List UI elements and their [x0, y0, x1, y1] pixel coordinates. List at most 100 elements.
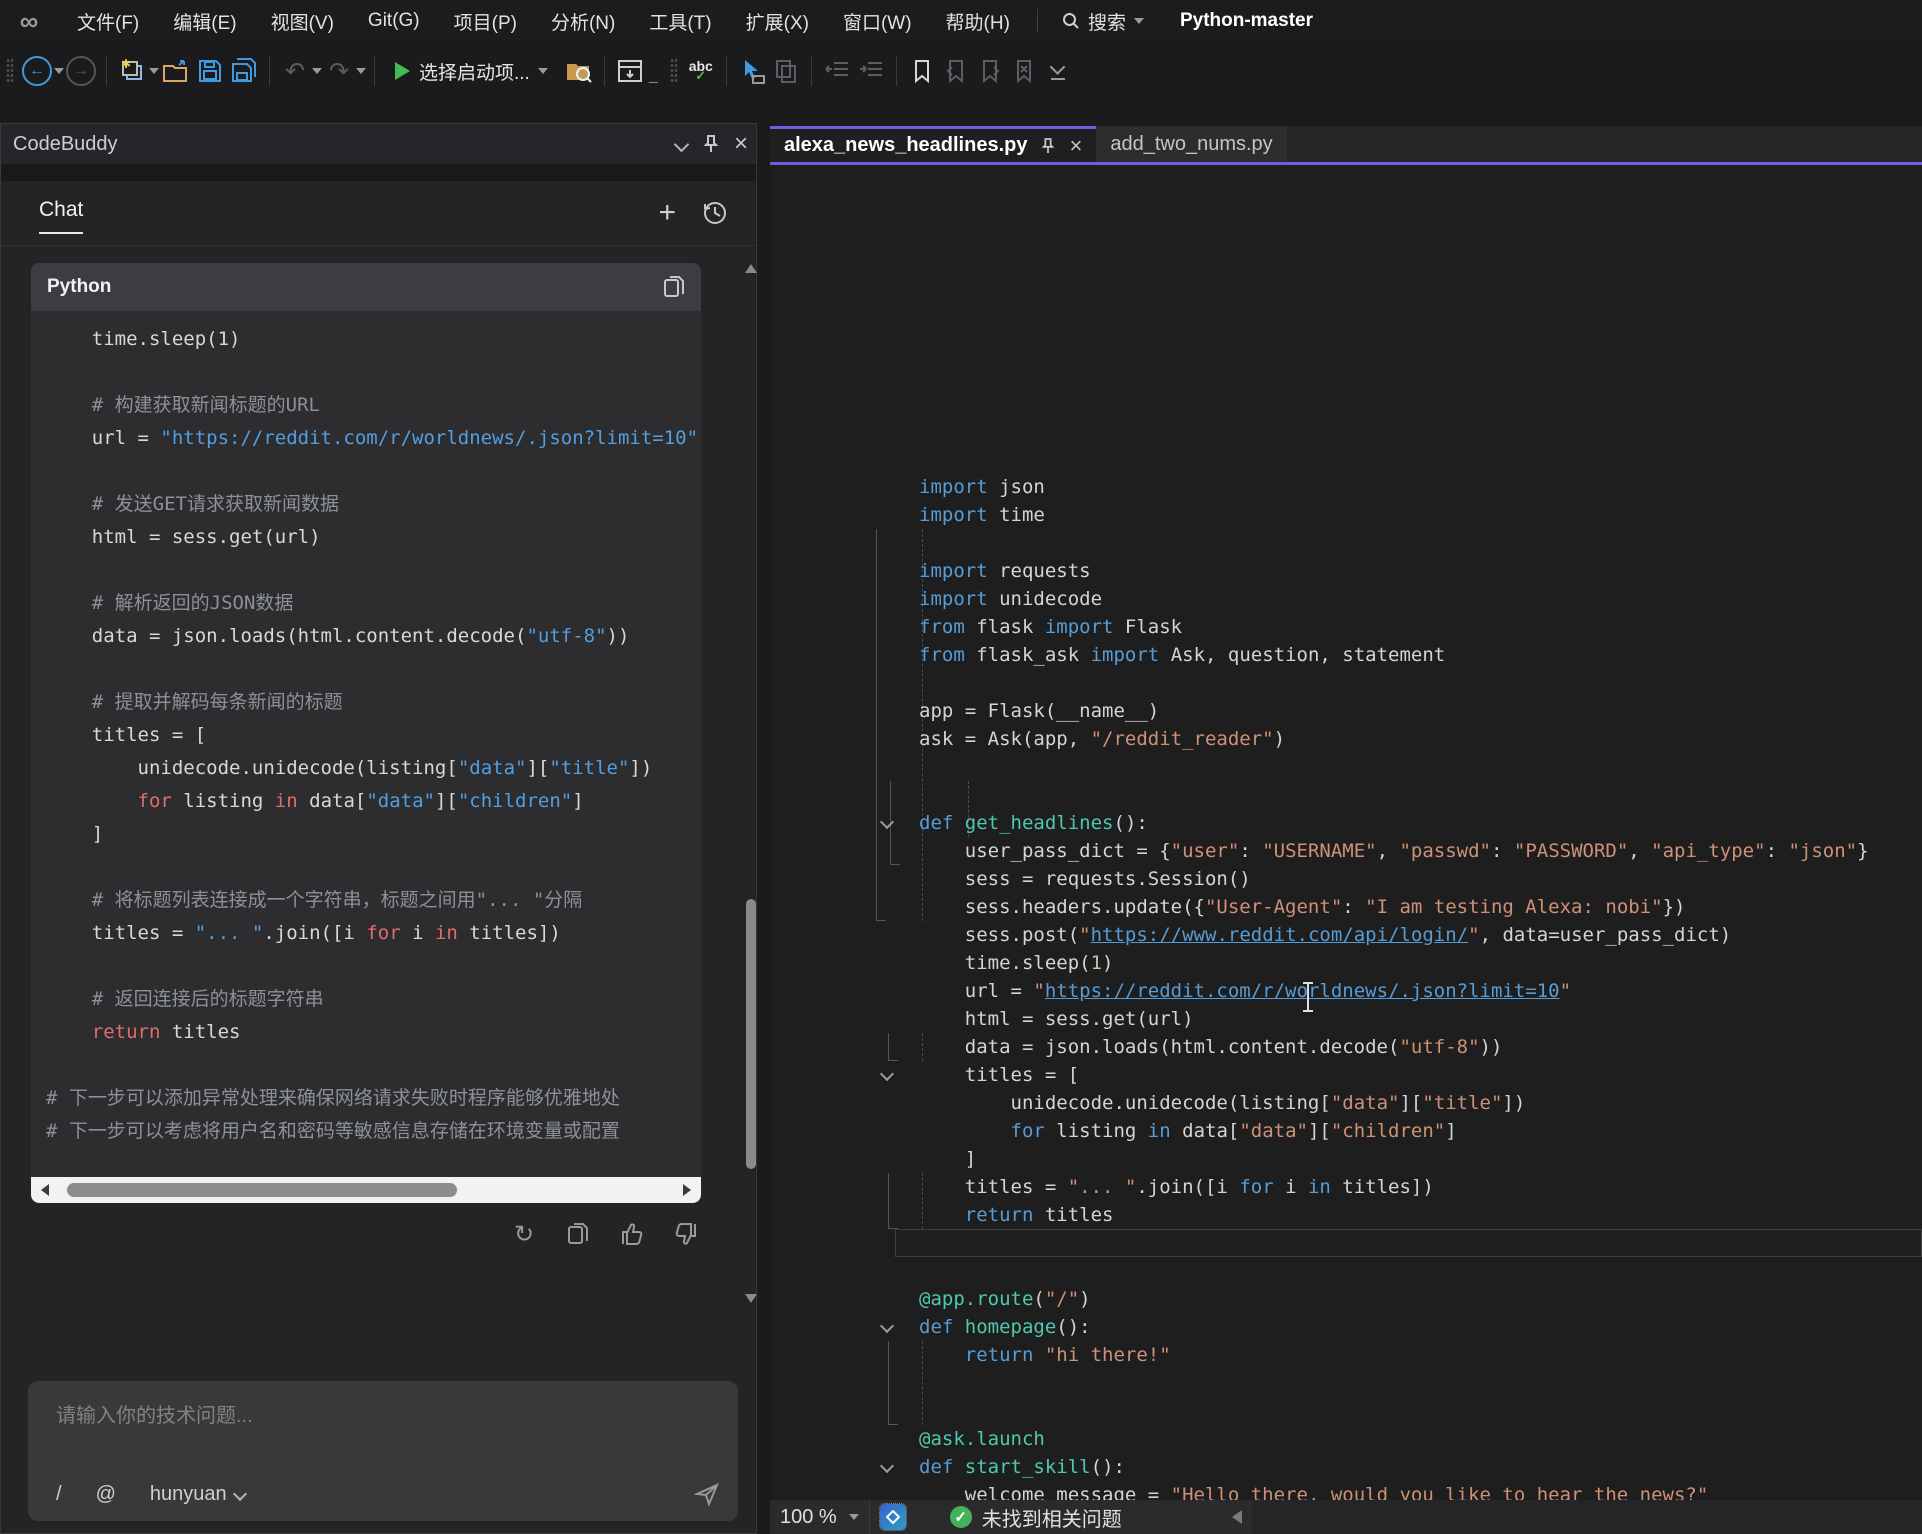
code-line[interactable]: titles = "... ".join([i for i in titles]…	[770, 1173, 1922, 1201]
navigate-back-button[interactable]: ←	[22, 53, 52, 89]
chat-scroll-up-icon[interactable]	[745, 264, 757, 273]
code-line[interactable]: return titles	[46, 1016, 701, 1049]
code-line[interactable]: # 下一步可以添加异常处理来确保网络请求失败时程序能够优雅地处	[46, 1082, 701, 1115]
prev-bookmark-button[interactable]	[941, 53, 971, 89]
problems-status-text[interactable]: 未找到相关问题	[982, 1503, 1122, 1532]
history-icon[interactable]	[702, 200, 728, 226]
code-line[interactable]: sess.headers.update({"User-Agent": "I am…	[770, 893, 1922, 921]
chat-vscrollbar-thumb[interactable]	[746, 899, 756, 1169]
toolbar-grip-handle[interactable]	[6, 58, 14, 84]
code-line[interactable]: for listing in data["data"]["children"]	[46, 785, 701, 818]
tab-alexa-news-headlines[interactable]: alexa_news_headlines.py ×	[770, 126, 1096, 162]
code-line[interactable]	[770, 781, 1922, 809]
code-line[interactable]	[770, 529, 1922, 557]
zoom-caret-icon[interactable]	[849, 1514, 859, 1520]
chat-scroll-down-icon[interactable]	[745, 1294, 757, 1303]
codebuddy-status-icon[interactable]	[880, 1504, 906, 1530]
spell-check-button[interactable]: abc✓	[686, 53, 716, 89]
tab-add-two-nums[interactable]: add_two_nums.py	[1096, 126, 1286, 162]
code-line[interactable]	[46, 1049, 701, 1082]
delete-bookmark-button[interactable]	[1009, 53, 1039, 89]
bookmark-button[interactable]	[907, 53, 937, 89]
chat-input-box[interactable]: 请输入你的技术问题... / @ hunyuan	[28, 1381, 738, 1521]
navigate-forward-button[interactable]: →	[66, 53, 96, 89]
menu-extensions[interactable]: 扩展(X)	[729, 0, 826, 42]
code-editor[interactable]: import jsonimport time import requestsimp…	[770, 165, 1922, 1500]
indent-button[interactable]	[856, 53, 886, 89]
code-line[interactable]: # 发送GET请求获取新闻数据	[46, 488, 701, 521]
code-line[interactable]: html = sess.get(url)	[46, 521, 701, 554]
code-line[interactable]: user_pass_dict = {"user": "USERNAME", "p…	[770, 837, 1922, 865]
toolbar-overflow-button[interactable]	[1043, 53, 1073, 89]
code-line[interactable]: welcome_message = "Hello there, would yo…	[770, 1481, 1922, 1500]
code-line[interactable]: app = Flask(__name__)	[770, 697, 1922, 725]
code-line[interactable]: ]	[770, 1145, 1922, 1173]
code-line[interactable]	[770, 669, 1922, 697]
zoom-level[interactable]: 100 %	[780, 1506, 837, 1529]
code-line[interactable]: import requests	[770, 557, 1922, 585]
editor-scroll-left-icon[interactable]	[1232, 1510, 1242, 1524]
new-project-button[interactable]: ✱	[117, 53, 147, 89]
tab-chat[interactable]: Chat	[39, 198, 83, 228]
regenerate-icon[interactable]: ↻	[509, 1219, 539, 1249]
pin-icon[interactable]	[696, 135, 726, 153]
code-line[interactable]: # 下一步可以考虑将用户名和密码等敏感信息存储在环境变量或配置	[46, 1115, 701, 1148]
code-line[interactable]: titles = "... ".join([i for i in titles]…	[46, 917, 701, 950]
menu-help[interactable]: 帮助(H)	[929, 0, 1027, 42]
copy-button[interactable]	[771, 53, 801, 89]
code-line[interactable]	[46, 554, 701, 587]
code-line[interactable]: def get_headlines():	[770, 809, 1922, 837]
code-line[interactable]	[46, 851, 701, 884]
code-line[interactable]: titles = [	[46, 719, 701, 752]
menu-view[interactable]: 视图(V)	[254, 0, 351, 42]
code-line[interactable]: @ask.launch	[770, 1425, 1922, 1453]
save-button[interactable]	[195, 53, 225, 89]
new-chat-icon[interactable]: +	[658, 198, 676, 228]
code-line[interactable]: return titles	[770, 1201, 1922, 1229]
scroll-right-icon[interactable]	[683, 1184, 691, 1196]
slash-command-button[interactable]: /	[56, 1483, 62, 1506]
code-line[interactable]: from flask_ask import Ask, question, sta…	[770, 641, 1922, 669]
code-line[interactable]: # 提取并解码每条新闻的标题	[46, 686, 701, 719]
code-line[interactable]	[46, 653, 701, 686]
code-line[interactable]: titles = [	[770, 1061, 1922, 1089]
model-selector[interactable]: hunyuan	[150, 1483, 245, 1506]
save-all-button[interactable]	[229, 53, 259, 89]
code-line[interactable]: url = "https://reddit.com/r/worldnews/.j…	[46, 422, 701, 455]
code-line[interactable]: def start_skill():	[770, 1453, 1922, 1481]
start-run-button[interactable]: 选择启动项...	[395, 53, 548, 89]
menu-file[interactable]: 文件(F)	[60, 0, 156, 42]
code-line[interactable]: # 返回连接后的标题字符串	[46, 983, 701, 1016]
menu-tools[interactable]: 工具(T)	[632, 0, 728, 42]
code-line[interactable]	[770, 753, 1922, 781]
send-button[interactable]	[694, 1481, 720, 1507]
editor-hscrollbar-track[interactable]	[1252, 1500, 1922, 1534]
code-line[interactable]: # 解析返回的JSON数据	[46, 587, 701, 620]
code-line[interactable]: def homepage():	[770, 1313, 1922, 1341]
code-line[interactable]: # 构建获取新闻标题的URL	[46, 389, 701, 422]
menu-project[interactable]: 项目(P)	[437, 0, 534, 42]
new-project-caret-icon[interactable]	[149, 68, 159, 74]
scroll-left-icon[interactable]	[41, 1184, 49, 1196]
code-line[interactable]: return "hi there!"	[770, 1341, 1922, 1369]
code-line[interactable]: for listing in data["data"]["children"]	[770, 1117, 1922, 1145]
code-line[interactable]: import unidecode	[770, 585, 1922, 613]
thumbs-down-icon[interactable]	[671, 1219, 701, 1249]
code-line[interactable]: sess = requests.Session()	[770, 865, 1922, 893]
code-line[interactable]	[770, 1257, 1922, 1285]
code-line[interactable]	[46, 455, 701, 488]
toolbar-grip-handle[interactable]	[670, 58, 678, 84]
overflow-dash[interactable]: _	[649, 67, 658, 85]
thumbs-up-icon[interactable]	[617, 1219, 647, 1249]
code-line[interactable]: # 将标题列表连接成一个字符串，标题之间用"... "分隔	[46, 884, 701, 917]
code-line[interactable]: import time	[770, 501, 1922, 529]
fold-chevron-icon[interactable]	[880, 1319, 894, 1333]
code-line[interactable]: @app.route("/")	[770, 1285, 1922, 1313]
redo-button[interactable]: ↷	[324, 53, 354, 89]
code-line[interactable]: import json	[770, 473, 1922, 501]
tab-close-icon[interactable]: ×	[1069, 133, 1082, 159]
code-block-hscrollbar[interactable]	[31, 1177, 701, 1203]
outdent-button[interactable]	[822, 53, 852, 89]
code-line[interactable]: unidecode.unidecode(listing["data"]["tit…	[46, 752, 701, 785]
navigate-back-caret-icon[interactable]	[54, 68, 64, 74]
